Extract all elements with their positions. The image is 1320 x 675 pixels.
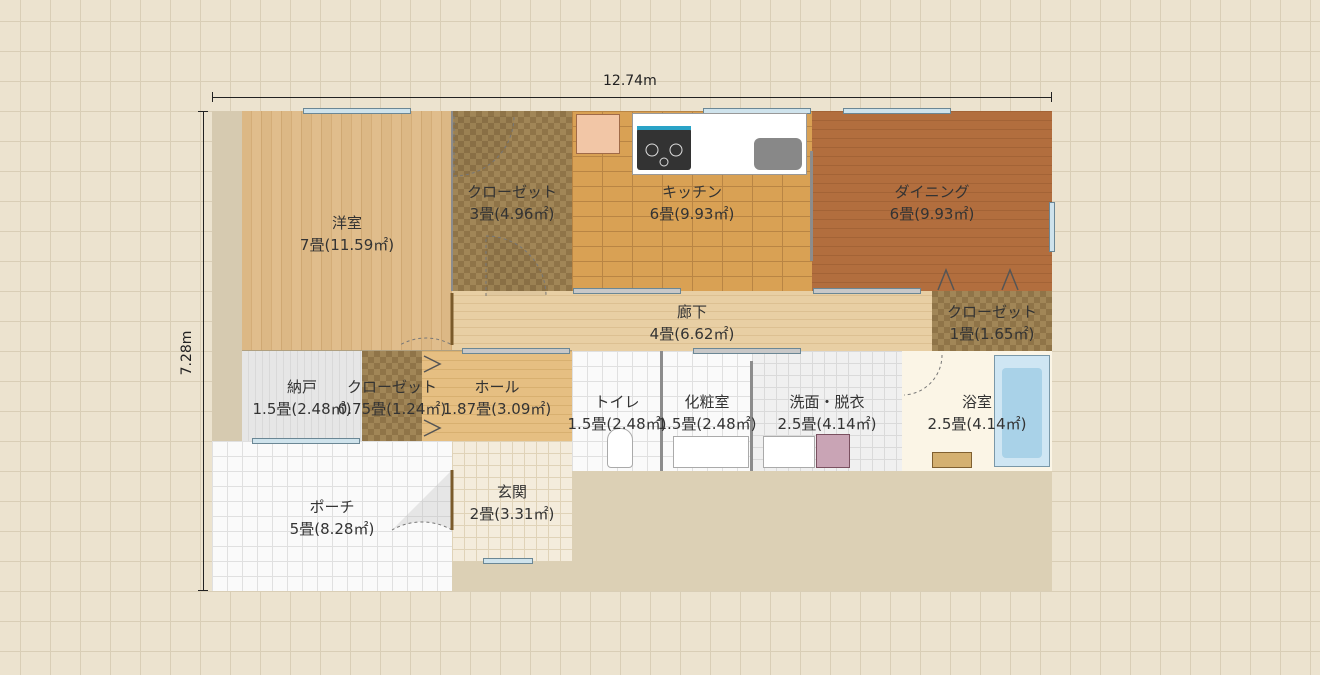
room-name: ポーチ xyxy=(309,498,355,516)
label-entrance: 玄関 2畳(3.31㎡) xyxy=(470,481,555,525)
room-name: ホール xyxy=(474,378,520,396)
label-bathroom: 浴室 2.5畳(4.14㎡) xyxy=(928,391,1027,435)
powder-sink-icon xyxy=(673,436,749,468)
label-powder-room: 化粧室 1.5畳(2.48㎡) xyxy=(658,391,757,435)
room-name: 浴室 xyxy=(961,393,992,411)
burner-icon xyxy=(645,143,683,167)
room-name: クローゼット xyxy=(946,303,1038,321)
room-size: 6畳(9.93㎡) xyxy=(649,205,735,223)
folding-door-closet-right xyxy=(937,267,1019,291)
room-name: キッチン xyxy=(661,183,722,201)
label-washroom: 洗面・脱衣 2.5畳(4.14㎡) xyxy=(778,391,877,435)
label-dining: ダイニング 6畳(9.93㎡) xyxy=(890,181,975,225)
room-name: トイレ xyxy=(594,393,640,411)
label-kitchen: キッチン 6畳(9.93㎡) xyxy=(650,181,735,225)
room-name: クローゼット xyxy=(466,183,558,201)
room-name: 玄関 xyxy=(496,483,527,501)
room-name: 化粧室 xyxy=(684,393,730,411)
room-size: 0.75畳(1.24㎡) xyxy=(337,400,447,418)
label-porch: ポーチ 5畳(8.28㎡) xyxy=(290,496,375,540)
label-closet-small: クローゼット 0.75畳(1.24㎡) xyxy=(338,376,447,420)
door-swing-bathroom xyxy=(903,354,943,396)
label-closet-right: クローゼット 1畳(1.65㎡) xyxy=(947,301,1037,345)
door-swing-closet-main-bottom xyxy=(485,235,547,297)
room-size: 4畳(6.62㎡) xyxy=(649,325,735,343)
room-size: 1.87畳(3.09㎡) xyxy=(442,400,552,418)
door-swing-porch xyxy=(391,470,453,531)
room-size: 2畳(3.31㎡) xyxy=(469,505,555,523)
room-name: 洋室 xyxy=(331,214,363,232)
room-size: 3畳(4.96㎡) xyxy=(469,205,555,223)
label-youshitsu: 洋室 7畳(11.59㎡) xyxy=(300,212,394,256)
room-size: 1.5畳(2.48㎡) xyxy=(567,415,667,433)
shower-faucet-icon xyxy=(932,452,972,468)
fridge-icon xyxy=(576,114,620,154)
room-name: 納戸 xyxy=(286,378,317,396)
label-hall: ホール 1.87畳(3.09㎡) xyxy=(443,376,552,420)
room-size: 2.5畳(4.14㎡) xyxy=(777,415,877,433)
room-size: 7畳(11.59㎡) xyxy=(299,236,395,254)
room-name: 洗面・脱衣 xyxy=(789,393,865,411)
room-size: 6畳(9.93㎡) xyxy=(889,205,975,223)
room-size: 5畳(8.28㎡) xyxy=(289,520,375,538)
washing-machine-icon xyxy=(816,434,850,468)
door-swing-youshitsu xyxy=(399,293,453,346)
room-size: 1.5畳(2.48㎡) xyxy=(657,415,757,433)
room-size: 2.5畳(4.14㎡) xyxy=(927,415,1027,433)
door-swing-closet-main-top xyxy=(453,115,515,177)
wash-sink-icon xyxy=(763,436,815,468)
label-toilet: トイレ 1.5畳(2.48㎡) xyxy=(568,391,667,435)
room-size: 1.5畳(2.48㎡) xyxy=(252,400,352,418)
label-closet-main: クローゼット 3畳(4.96㎡) xyxy=(467,181,557,225)
sink-icon xyxy=(754,138,802,170)
room-name: クローゼット xyxy=(346,378,438,396)
room-name: 廊下 xyxy=(676,303,707,321)
label-corridor: 廊下 4畳(6.62㎡) xyxy=(650,301,735,345)
room-name: ダイニング xyxy=(894,183,970,201)
room-size: 1畳(1.65㎡) xyxy=(949,325,1035,343)
label-nando: 納戸 1.5畳(2.48㎡) xyxy=(253,376,352,420)
